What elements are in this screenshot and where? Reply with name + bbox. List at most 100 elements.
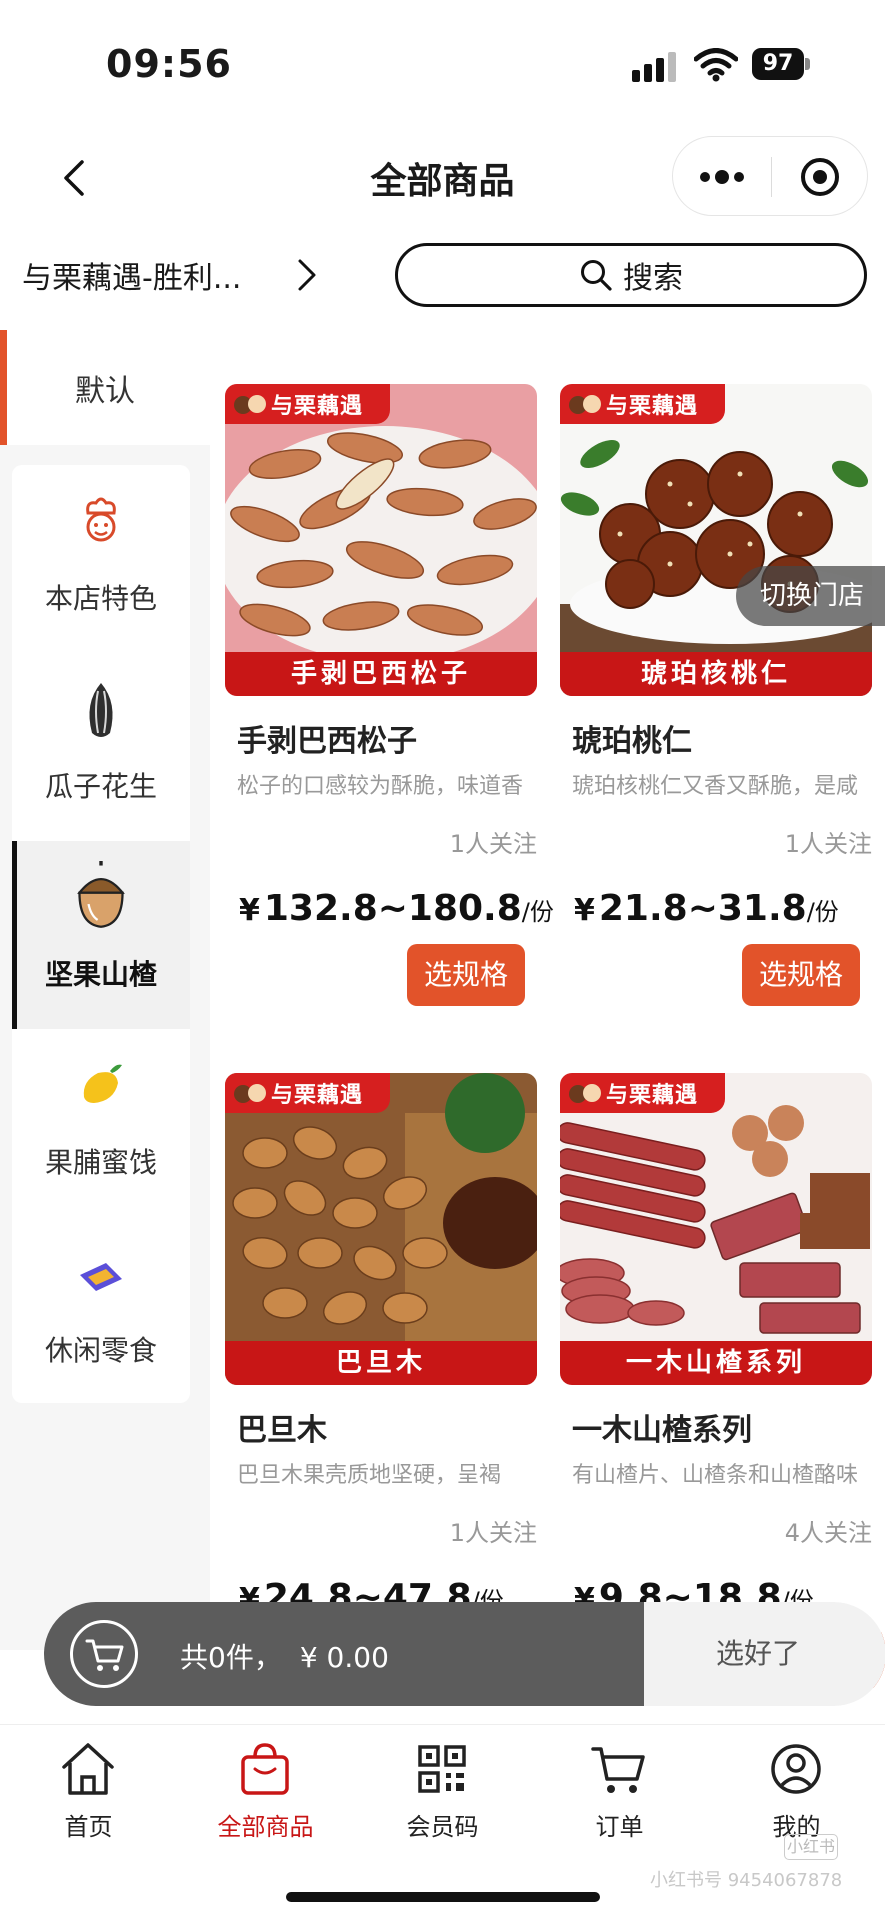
product-followers: 1人关注	[784, 830, 872, 858]
tab-profile[interactable]: 我的	[708, 1739, 885, 1849]
product-name: 手剥巴西松子	[237, 724, 417, 759]
home-icon	[62, 1743, 114, 1795]
product-price: ¥21.8~31.8/份	[574, 888, 839, 929]
search-bar[interactable]: 搜索	[395, 243, 867, 307]
amber-walnut-photo	[560, 384, 872, 696]
hawthorn-snacks-photo	[560, 1073, 872, 1385]
chevron-right-icon	[298, 259, 316, 291]
cart-icon	[591, 1747, 645, 1793]
mango-icon	[83, 1064, 122, 1103]
brand-tag: 与栗藕遇	[225, 384, 390, 424]
sunflower-seed-icon	[89, 683, 113, 737]
tab-member-code[interactable]: 会员码	[354, 1739, 531, 1849]
product-card[interactable]: 与栗藕遇 一木山楂系列 一木山楂系列 有山楂片、山楂条和山楂酪味 4人关注 ¥9…	[560, 1073, 872, 1693]
product-image[interactable]: 与栗藕遇 一木山楂系列	[560, 1073, 872, 1385]
more-dots-icon	[700, 170, 744, 184]
price-unit: /份	[521, 898, 554, 926]
store-name: 与栗藕遇-胜利...	[22, 261, 242, 296]
sidebar-item-dried-fruit[interactable]: 果脯蜜饯	[12, 1029, 190, 1217]
mini-program-capsule	[672, 136, 868, 216]
product-image[interactable]: 与栗藕遇 琥珀核桃仁	[560, 384, 872, 696]
brand-tag: 与栗藕遇	[225, 1073, 390, 1113]
tab-all-products[interactable]: 全部商品	[177, 1739, 354, 1849]
switch-store-button[interactable]: 切换门店	[736, 566, 885, 626]
close-mini-program-button[interactable]	[772, 137, 868, 217]
home-indicator	[286, 1892, 600, 1902]
tab-orders[interactable]: 订单	[531, 1739, 708, 1849]
cart-count: 共0件，	[180, 1641, 282, 1674]
cart-total: ¥ 0.00	[299, 1641, 389, 1674]
product-card[interactable]: 与栗藕遇 巴旦木 巴旦木 巴旦木果壳质地坚硬，呈褐 1人关注 ¥24.8~47.…	[225, 1073, 537, 1693]
product-description: 有山楂片、山楂条和山楂酪味	[572, 1463, 859, 1488]
image-banner: 琥珀核桃仁	[560, 652, 872, 696]
sidebar-item-label: 本店特色	[44, 582, 157, 615]
image-banner: 一木山楂系列	[560, 1341, 872, 1385]
brand-logo-icon	[569, 1084, 601, 1103]
product-description: 松子的口感较为酥脆，味道香	[237, 774, 524, 799]
chef-icon	[86, 497, 116, 542]
brand-tag: 与栗藕遇	[560, 1073, 725, 1113]
tab-label: 首页	[64, 1813, 113, 1841]
sidebar-item-snacks[interactable]: 休闲零食	[12, 1217, 190, 1405]
select-spec-button[interactable]: 选规格	[407, 944, 525, 1006]
confirm-selection-button[interactable]: 选好了	[630, 1602, 885, 1706]
sidebar-item-specialty[interactable]: 本店特色	[12, 465, 190, 653]
status-time: 09:56	[106, 42, 232, 86]
target-close-icon	[801, 158, 839, 196]
cart-summary: 共0件， ¥ 0.00	[180, 1636, 389, 1676]
battery-icon: 97	[752, 48, 810, 80]
price-amount: 132.8~180.8	[263, 888, 522, 929]
category-sidebar: 默认 本店特色 瓜子花生 坚果山楂 果脯蜜饯 休闲零食	[0, 330, 210, 1650]
hazelnut-icon	[77, 861, 125, 928]
product-description: 琥珀核桃仁又香又酥脆，是咸	[572, 774, 859, 799]
product-card[interactable]: 与栗藕遇 琥珀核桃仁 琥珀桃仁 琥珀核桃仁又香又酥脆，是咸 1人关注 ¥21.8…	[560, 384, 872, 1006]
brand-text: 与栗藕遇	[271, 394, 364, 419]
sidebar-item-label: 坚果山楂	[44, 958, 157, 991]
cart-button[interactable]	[70, 1620, 138, 1688]
active-indicator	[12, 841, 17, 1029]
product-description: 巴旦木果壳质地坚硬，呈褐	[237, 1463, 502, 1488]
sidebar-item-label: 瓜子花生	[44, 770, 157, 803]
product-image[interactable]: 与栗藕遇 手剥巴西松子	[225, 384, 537, 696]
price-unit: /份	[806, 898, 839, 926]
brand-text: 与栗藕遇	[271, 1083, 364, 1108]
store-selector[interactable]: 与栗藕遇-胜利...	[22, 245, 322, 305]
sidebar-item-seeds[interactable]: 瓜子花生	[12, 653, 190, 841]
brand-text: 与栗藕遇	[606, 394, 699, 419]
image-banner: 手剥巴西松子	[225, 652, 537, 696]
product-price: ¥132.8~180.8/份	[239, 888, 554, 929]
battery-level: 97	[752, 48, 804, 80]
pine-nuts-photo	[225, 384, 537, 696]
select-spec-button[interactable]: 选规格	[742, 944, 860, 1006]
sidebar-item-label: 休闲零食	[44, 1334, 157, 1367]
nav-header: 全部商品	[0, 130, 885, 230]
almond-photo	[225, 1073, 537, 1385]
product-name: 巴旦木	[237, 1413, 327, 1448]
currency-symbol: ¥	[239, 893, 260, 928]
watermark-logo: 小红书	[784, 1834, 838, 1860]
product-name: 琥珀桃仁	[572, 724, 692, 759]
price-amount: 21.8~31.8	[598, 888, 807, 929]
more-button[interactable]	[673, 137, 771, 217]
cellular-signal-icon	[632, 52, 678, 82]
cart-confirm-wrap: 选好了	[630, 1602, 885, 1706]
tab-label: 订单	[595, 1813, 644, 1841]
sidebar-item-nuts[interactable]: 坚果山楂	[12, 841, 190, 1029]
product-followers: 1人关注	[449, 830, 537, 858]
image-banner: 巴旦木	[225, 1341, 537, 1385]
watermark: 小红书号 9454067878	[650, 1870, 843, 1891]
brand-tag: 与栗藕遇	[560, 384, 725, 424]
cart-icon	[85, 1639, 124, 1671]
sidebar-item-label: 果脯蜜饯	[44, 1146, 157, 1179]
snack-bag-icon	[80, 1263, 122, 1291]
product-card[interactable]: 与栗藕遇 手剥巴西松子 手剥巴西松子 松子的口感较为酥脆，味道香 1人关注 ¥1…	[225, 384, 554, 1006]
product-name: 一木山楂系列	[572, 1413, 752, 1448]
currency-symbol: ¥	[574, 893, 595, 928]
tab-home[interactable]: 首页	[0, 1739, 177, 1849]
user-icon	[771, 1744, 821, 1794]
cart-bar: 选好了 共0件， ¥ 0.00	[44, 1602, 885, 1706]
status-bar: 09:56 97	[0, 0, 885, 120]
product-image[interactable]: 与栗藕遇 巴旦木	[225, 1073, 537, 1385]
product-followers: 4人关注	[784, 1519, 872, 1547]
sidebar-item-default[interactable]: 默认	[0, 330, 210, 445]
